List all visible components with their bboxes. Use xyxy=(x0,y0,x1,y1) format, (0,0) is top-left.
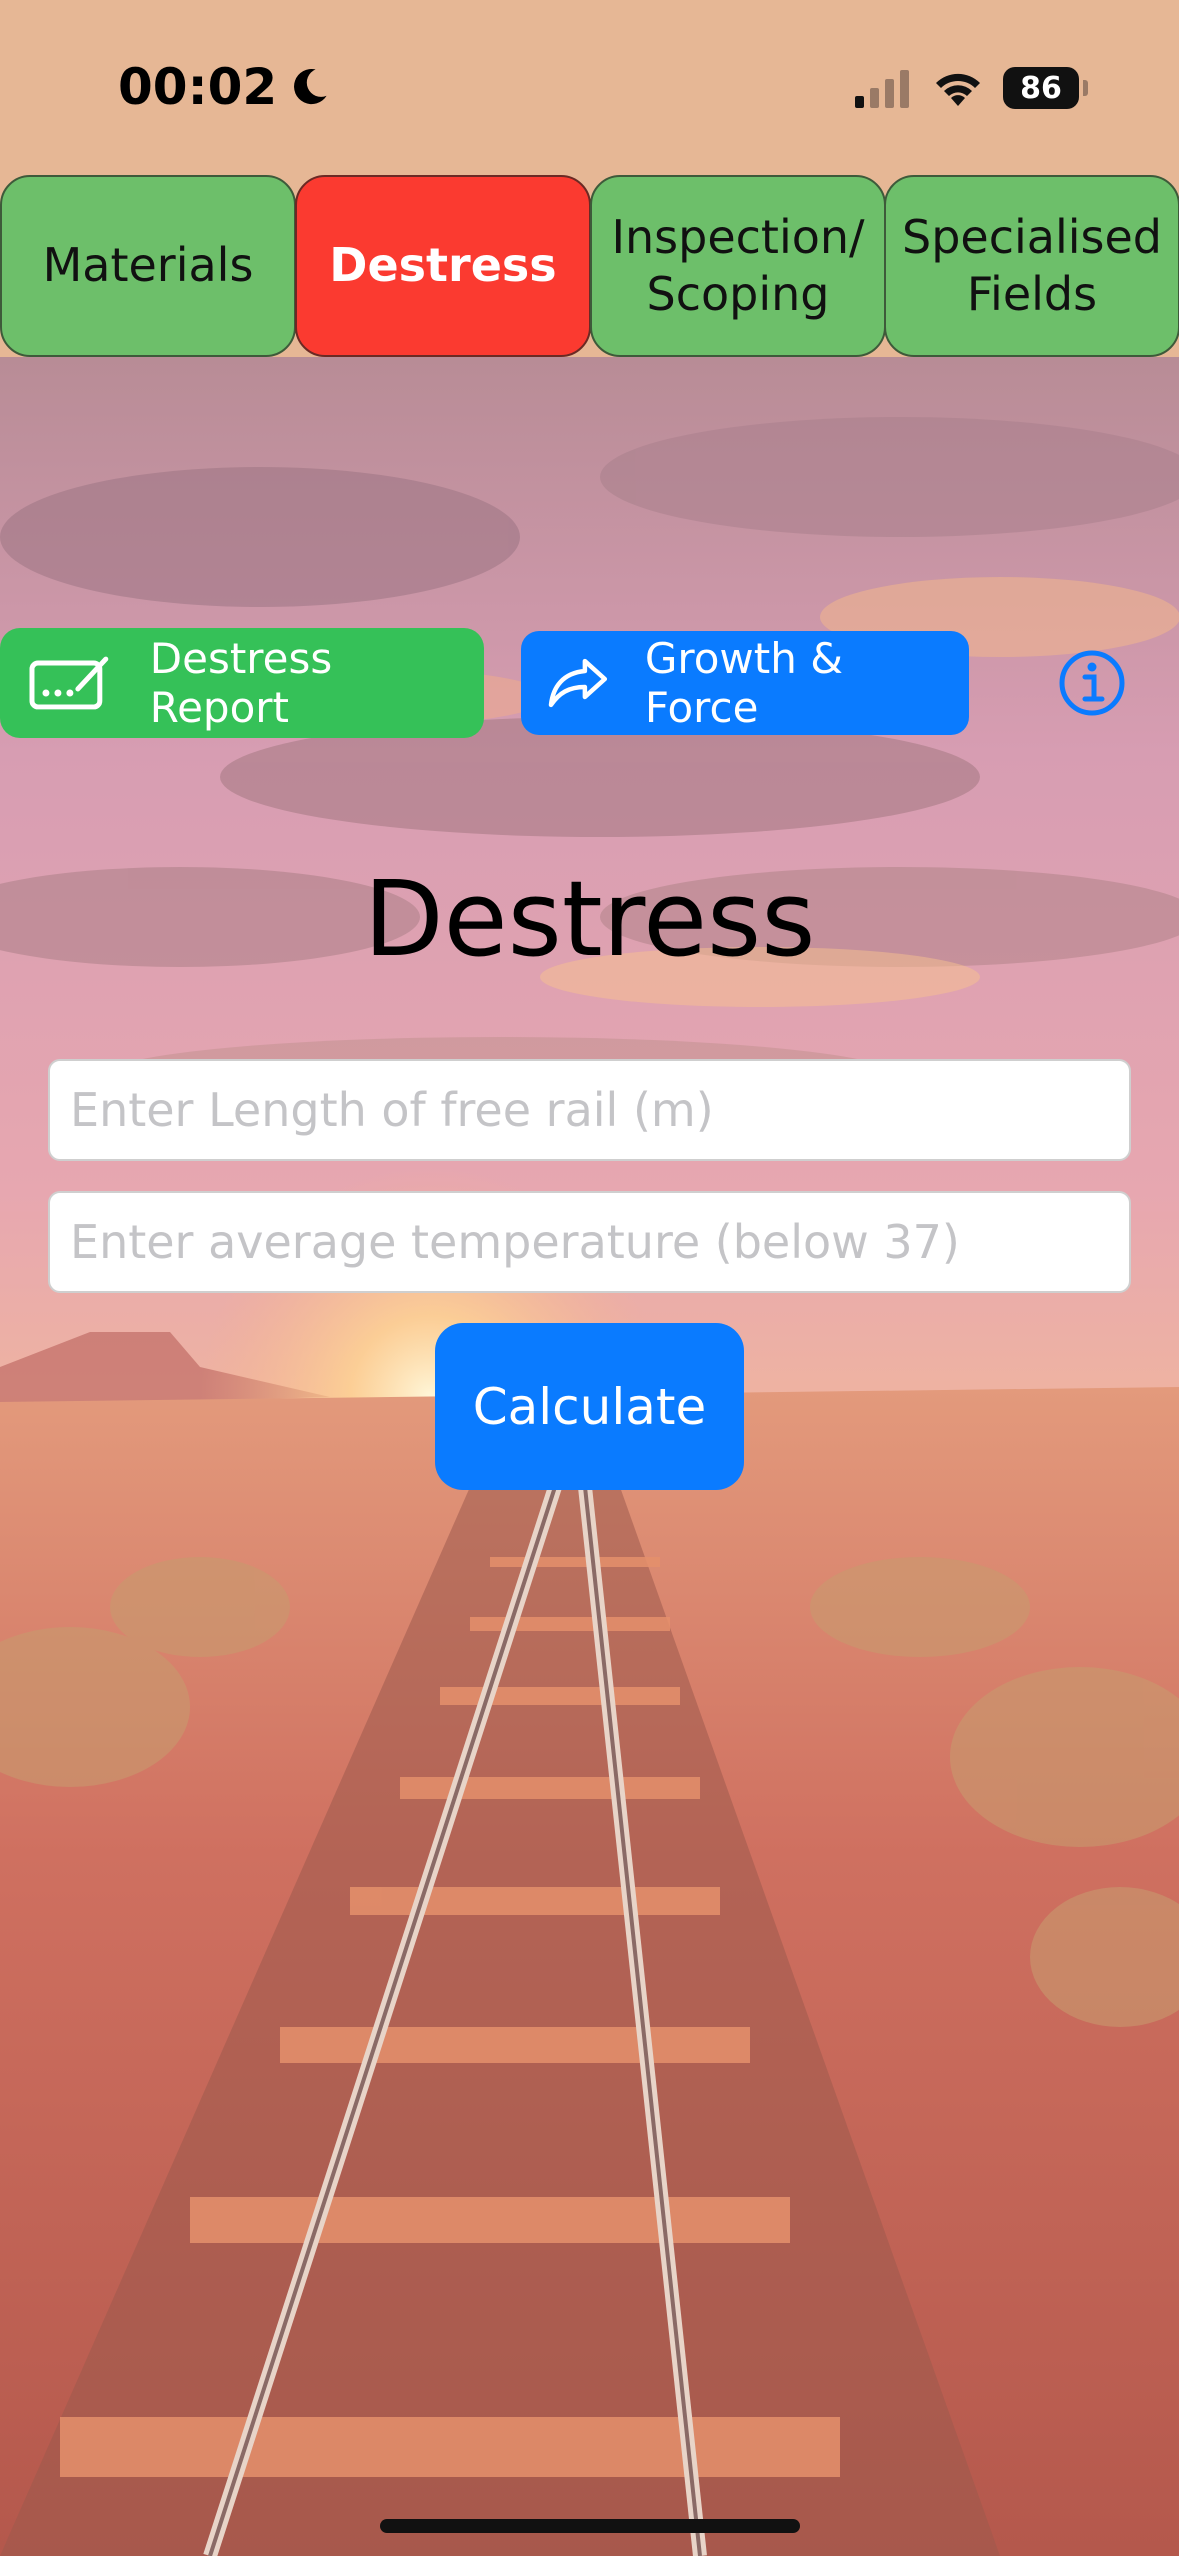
tab-inspection-scoping[interactable]: Inspection/ Scoping xyxy=(590,175,886,357)
tab-label: Destress xyxy=(329,238,557,293)
status-bar: 00:02 86 xyxy=(0,0,1179,175)
status-icons: 86 xyxy=(855,60,1088,116)
tab-label: Specialised Fields xyxy=(902,209,1162,322)
battery-level: 86 xyxy=(1020,70,1062,106)
destress-report-button[interactable]: Destress Report xyxy=(0,628,484,738)
signal-icon xyxy=(855,70,909,108)
free-rail-length-input[interactable] xyxy=(48,1059,1131,1161)
growth-force-label: Growth & Force xyxy=(644,634,843,732)
moon-icon xyxy=(294,68,327,105)
status-time: 00:02 xyxy=(118,58,278,116)
page-title: Destress xyxy=(363,858,816,980)
tab-materials[interactable]: Materials xyxy=(0,175,296,357)
average-temperature-input[interactable] xyxy=(48,1191,1131,1293)
signature-icon xyxy=(29,656,109,710)
battery-icon: 86 xyxy=(1003,67,1088,109)
tab-specialised-fields[interactable]: Specialised Fields xyxy=(884,175,1179,357)
wifi-icon xyxy=(936,73,980,106)
calculate-label: Calculate xyxy=(472,1377,707,1436)
calculate-button[interactable]: Calculate xyxy=(435,1323,744,1490)
segment-tab-bar: Materials Destress Inspection/ Scoping S… xyxy=(0,175,1179,357)
clock: 00:02 xyxy=(118,52,331,122)
tab-label: Materials xyxy=(42,238,254,293)
info-icon[interactable] xyxy=(1058,649,1126,717)
tab-destress[interactable]: Destress xyxy=(295,175,591,357)
growth-force-button[interactable]: Growth & Force xyxy=(521,631,969,735)
tab-label: Inspection/ Scoping xyxy=(611,209,865,322)
destress-report-label: Destress Report xyxy=(149,634,333,732)
share-arrow-icon xyxy=(548,658,608,708)
home-indicator xyxy=(380,2519,800,2533)
